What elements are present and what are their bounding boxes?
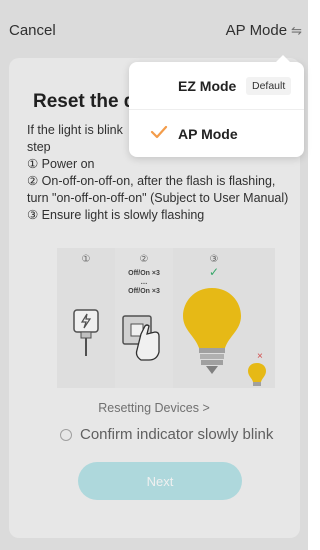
menu-item-ez-mode[interactable]: EZ Mode Default <box>129 62 304 110</box>
mode-dropdown: EZ Mode Default AP Mode <box>129 55 304 157</box>
dropdown-caret <box>276 55 290 62</box>
screen: Cancel AP Mode ⇋ Reset the de If the lig… <box>0 0 308 550</box>
menu-item-label: EZ Mode <box>178 77 237 94</box>
checkmark-icon <box>150 125 168 139</box>
menu-item-ap-mode[interactable]: AP Mode <box>129 110 304 157</box>
menu-item-label: AP Mode <box>178 125 238 142</box>
default-badge: Default <box>246 76 292 95</box>
